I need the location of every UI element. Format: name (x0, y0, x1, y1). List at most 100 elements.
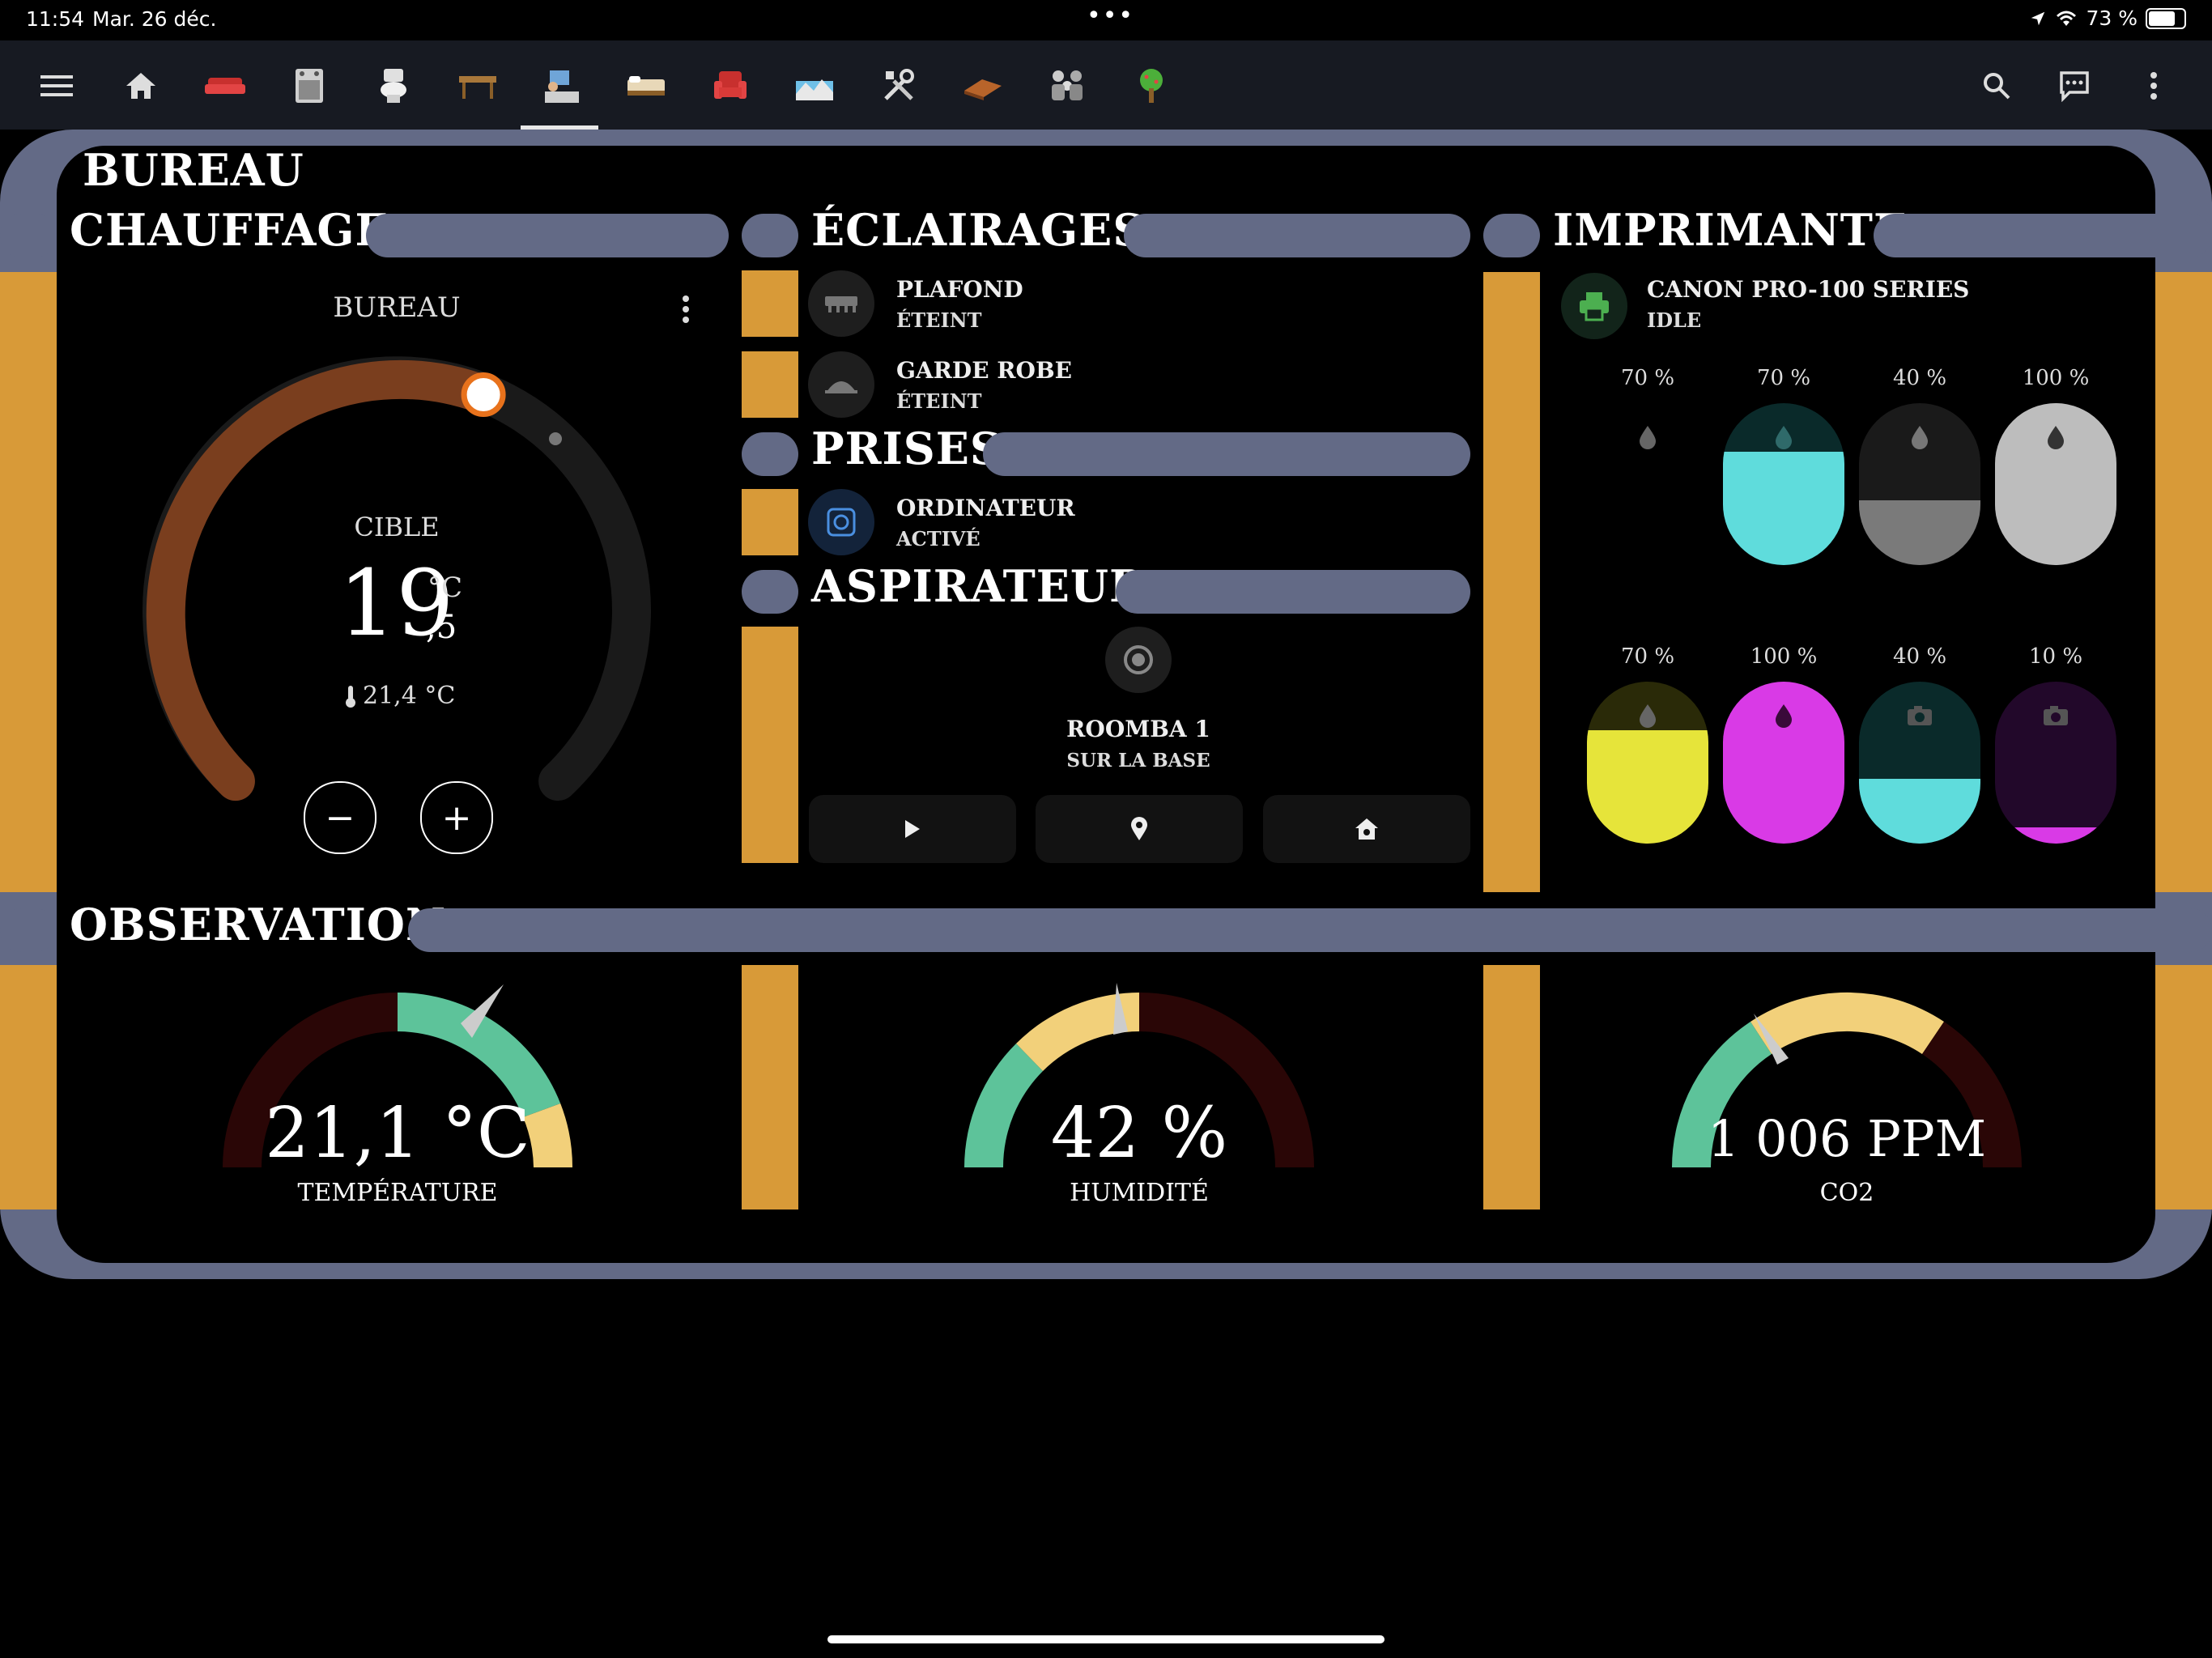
ink-drop-icon (2048, 426, 2064, 449)
printer-name[interactable]: CANON PRO-100 SERIES (1647, 276, 1969, 303)
battery-percent: 73 % (2086, 6, 2138, 30)
printer-section-title: IMPRIMANTE (1553, 204, 1908, 256)
vacuum-bar-left (742, 570, 798, 614)
plugs-section-title: PRISES (811, 423, 1002, 474)
tab-bathroom-icon[interactable] (372, 65, 415, 107)
thermostat-menu-icon[interactable] (682, 295, 690, 327)
ceiling-light-icon[interactable] (808, 270, 874, 337)
observation-bar-left (0, 908, 57, 952)
plug-accent-1 (742, 489, 798, 555)
heating-section-title: CHAUFFAGE (70, 204, 389, 256)
ink-drop-icon (1640, 704, 1656, 728)
status-date: Mar. 26 déc. (92, 7, 217, 31)
plug-name-ordinateur[interactable]: ORDINATEUR (896, 495, 1075, 521)
ink-drop-icon (1776, 704, 1792, 728)
ink-drop-icon (1776, 426, 1792, 449)
assist-chat-icon[interactable] (2053, 65, 2095, 107)
tab-armchair-icon[interactable] (709, 65, 751, 107)
light-state-garde-robe: ÉTEINT (896, 389, 982, 413)
tab-family-icon[interactable] (1046, 65, 1088, 107)
lights-bar-left (742, 214, 798, 257)
vacuum-name: ROOMBA 1 (1066, 716, 1210, 742)
humidity-label: HUMIDITÉ (1070, 1179, 1209, 1207)
decrease-temp-button[interactable]: − (304, 781, 376, 854)
heating-accent (0, 272, 57, 892)
search-icon[interactable] (1976, 65, 2018, 107)
top-toolbar (0, 40, 2212, 130)
tab-office-icon[interactable] (541, 65, 583, 107)
menu-icon[interactable] (36, 65, 78, 107)
map-marker-icon (1131, 817, 1147, 840)
more-options-icon[interactable] (2133, 65, 2175, 107)
obs-accent-3 (1483, 965, 1540, 1209)
ink-percent: 100 % (2022, 366, 2090, 390)
light-accent-2 (742, 351, 798, 418)
plugs-bar-right (983, 432, 1470, 476)
printer-accent-right (2155, 272, 2212, 892)
ink-drop-icon (1640, 426, 1656, 449)
humidity-value: 42 % (1050, 1093, 1228, 1174)
obs-accent-2 (742, 965, 798, 1209)
ink-percent: 40 % (1892, 644, 1947, 669)
ink-percent: 40 % (1892, 366, 1947, 390)
ink-drop-icon (1912, 426, 1928, 449)
tab-outside-icon[interactable] (793, 65, 836, 107)
page-title: BUREAU (83, 144, 304, 196)
lights-section-title: ÉCLAIRAGES (811, 204, 1146, 256)
light-state-plafond: ÉTEINT (896, 308, 982, 332)
status-right: 73 % (2029, 6, 2186, 30)
battery-icon (2146, 7, 2186, 29)
temperature-label: TEMPÉRATURE (297, 1179, 498, 1207)
light-accent-1 (742, 270, 798, 337)
tab-dining-icon[interactable] (457, 65, 499, 107)
ink-percent: 10 % (2028, 644, 2083, 669)
outlet-icon[interactable] (808, 489, 874, 555)
vacuum-locate-button[interactable] (1036, 795, 1243, 863)
heating-bar-left (0, 214, 57, 257)
printer-icon[interactable] (1561, 273, 1627, 339)
tab-tools-icon[interactable] (878, 65, 920, 107)
light-name-garde-robe[interactable]: GARDE ROBE (896, 357, 1072, 384)
vacuum-dock-button[interactable] (1263, 795, 1470, 863)
location-icon (2031, 11, 2045, 25)
plugs-bar-left (742, 432, 798, 476)
current-temperature-value: 21,4 °C (363, 682, 456, 710)
robot-vacuum-icon[interactable] (1105, 627, 1172, 693)
light-name-plafond[interactable]: PLAFOND (896, 276, 1023, 303)
co2-label: CO2 (1819, 1179, 1874, 1207)
home-indicator[interactable] (827, 1635, 1385, 1643)
target-decimal: ,5 (426, 609, 457, 646)
lights-bar-right (1124, 214, 1470, 257)
tab-shelf-icon[interactable] (962, 65, 1004, 107)
vacuum-bar-right (1116, 570, 1470, 614)
tab-bedroom-icon[interactable] (625, 65, 667, 107)
ink-percent: 70 % (1756, 366, 1811, 390)
plug-state-ordinateur: ACTIVÉ (896, 527, 981, 551)
observation-bar-right (408, 908, 2212, 952)
wardrobe-light-icon[interactable] (808, 351, 874, 418)
multitasking-dots[interactable]: ••• (1087, 2, 1134, 30)
tab-kitchen-icon[interactable] (288, 65, 330, 107)
increase-temp-button[interactable]: + (420, 781, 493, 854)
play-icon (905, 820, 920, 838)
home-dock-icon (1355, 818, 1378, 840)
ink-percent: 70 % (1620, 366, 1675, 390)
obs-accent-4 (2155, 965, 2212, 1209)
printer-accent-left (1483, 272, 1540, 892)
status-bar: 11:54 Mar. 26 déc. ••• 73 % (0, 0, 2212, 40)
co2-value: 1 006 PPM (1707, 1109, 1987, 1168)
target-handle[interactable] (461, 372, 506, 417)
tab-garden-icon[interactable] (1130, 65, 1172, 107)
vacuum-start-button[interactable] (809, 795, 1016, 863)
current-temperature: 21,4 °C (345, 682, 455, 710)
temperature-value: 21,1 °C (265, 1093, 530, 1174)
wifi-icon (2057, 11, 2077, 26)
photo-ink-icon (1908, 706, 1932, 725)
tab-sofa-icon[interactable] (204, 65, 246, 107)
observation-section-title: OBSERVATION (70, 899, 447, 950)
tab-home-icon[interactable] (120, 65, 162, 107)
heating-bar-right (366, 214, 729, 257)
status-time: 11:54 (26, 7, 85, 31)
printer-bar-right (1874, 214, 2212, 257)
thermostat-name: BUREAU (333, 291, 461, 324)
